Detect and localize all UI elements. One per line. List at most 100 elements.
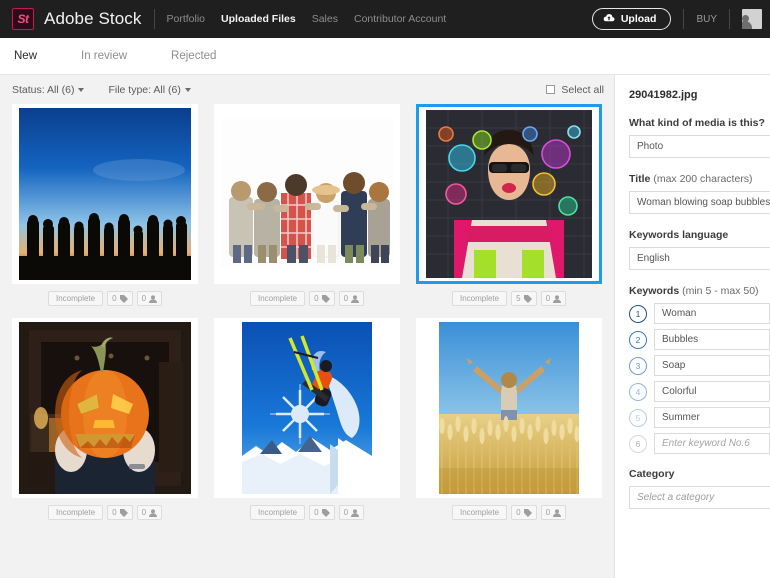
thumbnail-jack-o-lantern-pumpkin-head[interactable] [12,318,198,498]
thumbnail-grid: Incomplete 0 0 Incomplete 0 0 Incomplete… [0,104,614,520]
tab-in-review[interactable]: In review [81,38,149,75]
avatar-body-shape [742,21,752,29]
upload-button-label: Upload [620,13,657,25]
category-count-value: 0 [343,294,349,303]
metadata-sidebar: 29041982.jpg What kind of media is this?… [614,75,770,578]
tag-icon [119,294,128,303]
file-card[interactable]: Incomplete 0 0 [416,318,602,520]
category-count-badge[interactable]: 0 [338,505,365,520]
tab-rejected[interactable]: Rejected [171,38,238,75]
keyword-number-badge: 4 [629,382,647,401]
status-badge[interactable]: Incomplete [451,505,508,520]
media-type-select[interactable]: Photo [629,135,770,158]
keyword-count-badge[interactable]: 0 [107,505,133,520]
header-divider-3 [729,9,730,29]
status-filter[interactable]: Status: All (6) [12,83,85,96]
content-area: Status: All (6) File type: All (6) Selec… [0,75,770,578]
keyword-count-value: 0 [314,508,319,517]
category-count-value: 0 [545,294,551,303]
keyword-count-value: 0 [314,294,319,303]
thumbnail-image [221,119,393,269]
category-count-badge[interactable]: 0 [540,505,567,520]
keyword-input-6[interactable]: Enter keyword No.6 [654,433,770,454]
keyword-input-3[interactable]: Soap [654,355,770,376]
tag-icon [321,508,330,517]
title-label-hint: (max 200 characters) [653,173,753,185]
buy-link[interactable]: BUY [696,14,717,25]
status-badge[interactable]: Incomplete [249,505,306,520]
keyword-count-value: 0 [112,508,117,517]
top-header-bar: St Adobe Stock Portfolio Uploaded Files … [0,0,770,38]
filter-bar: Status: All (6) File type: All (6) Selec… [0,75,614,104]
status-badge[interactable]: Incomplete [47,291,104,306]
keyword-number-badge: 2 [629,330,647,349]
keyword-count-badge[interactable]: 0 [107,291,133,306]
keyword-input-2[interactable]: Bubbles [654,329,770,350]
file-card[interactable]: Incomplete 0 0 [214,318,400,520]
status-filter-label: Status: All (6) [12,83,75,96]
keyword-count-value: 0 [516,508,521,517]
thumbnail-image [19,108,191,280]
files-pane: Status: All (6) File type: All (6) Selec… [0,75,614,578]
thumbnail-woman-blowing-soap-bubbles[interactable] [416,104,602,284]
keywords-language-select[interactable]: English [629,247,770,270]
category-count-badge[interactable]: 0 [136,291,163,306]
avatar[interactable] [742,9,762,29]
keyword-count-badge[interactable]: 0 [511,505,537,520]
tag-icon [523,294,532,303]
file-type-filter[interactable]: File type: All (6) [108,84,191,96]
keyword-count-badge[interactable]: 5 [511,291,537,306]
adobe-stock-logo-icon[interactable]: St [12,8,34,30]
thumbnail-man-in-wheat-field[interactable] [416,318,602,498]
tab-bar: New In review Rejected [0,38,770,75]
keyword-input-1[interactable]: Woman [654,303,770,324]
keyword-count-badge[interactable]: 0 [309,291,335,306]
nav-item-contributor-account[interactable]: Contributor Account [354,13,446,25]
file-card[interactable]: Incomplete 0 0 [214,104,400,306]
card-status-bar: Incomplete 5 0 [451,291,567,306]
thumbnail-skier-jumping[interactable] [214,318,400,498]
cloud-upload-icon [603,13,615,26]
title-input[interactable]: Woman blowing soap bubbles [629,191,770,214]
nav-item-uploaded-files[interactable]: Uploaded Files [221,13,296,25]
thumbnail-friends-arm-in-arm[interactable] [214,104,400,284]
nav-item-sales[interactable]: Sales [312,13,338,25]
file-card[interactable]: Incomplete 0 0 [12,318,198,520]
keywords-label-text: Keywords [629,285,680,297]
select-all-control[interactable]: Select all [546,84,604,96]
category-count-badge[interactable]: 0 [136,505,163,520]
category-count-value: 0 [141,508,147,517]
card-status-bar: Incomplete 0 0 [451,505,567,520]
category-icon [553,294,562,303]
keyword-input-5[interactable]: Summer [654,407,770,428]
keyword-row-3: 3 Soap [629,355,770,376]
thumbnail-image [439,322,579,494]
thumbnail-silhouettes-at-sunset[interactable] [12,104,198,284]
tag-icon [119,508,128,517]
keyword-row-2: 2 Bubbles [629,329,770,350]
category-count-badge[interactable]: 0 [338,291,365,306]
keyword-count-badge[interactable]: 0 [309,505,335,520]
card-status-bar: Incomplete 0 0 [47,291,163,306]
category-count-value: 0 [343,508,349,517]
select-all-label: Select all [561,83,604,96]
status-badge[interactable]: Incomplete [47,505,104,520]
select-all-checkbox[interactable] [546,85,556,94]
keyword-input-4[interactable]: Colorful [654,381,770,402]
filename-heading: 29041982.jpg [629,89,698,101]
category-label: Category [629,468,675,480]
upload-button[interactable]: Upload [591,8,672,30]
category-count-badge[interactable]: 0 [540,291,567,306]
file-card[interactable]: Incomplete 5 0 [416,104,602,306]
keyword-number-badge: 6 [629,434,647,453]
nav-item-portfolio[interactable]: Portfolio [167,13,206,25]
title-label: Title (max 200 characters) [629,173,770,185]
header-actions: Upload BUY [591,0,770,38]
tab-new[interactable]: New [14,38,59,75]
keyword-row-4: 4 Colorful [629,381,770,402]
file-card[interactable]: Incomplete 0 0 [12,104,198,306]
status-badge[interactable]: Incomplete [249,291,306,306]
category-select[interactable]: Select a category [629,486,770,509]
status-badge[interactable]: Incomplete [451,291,508,306]
keyword-count-value: 5 [516,294,521,303]
